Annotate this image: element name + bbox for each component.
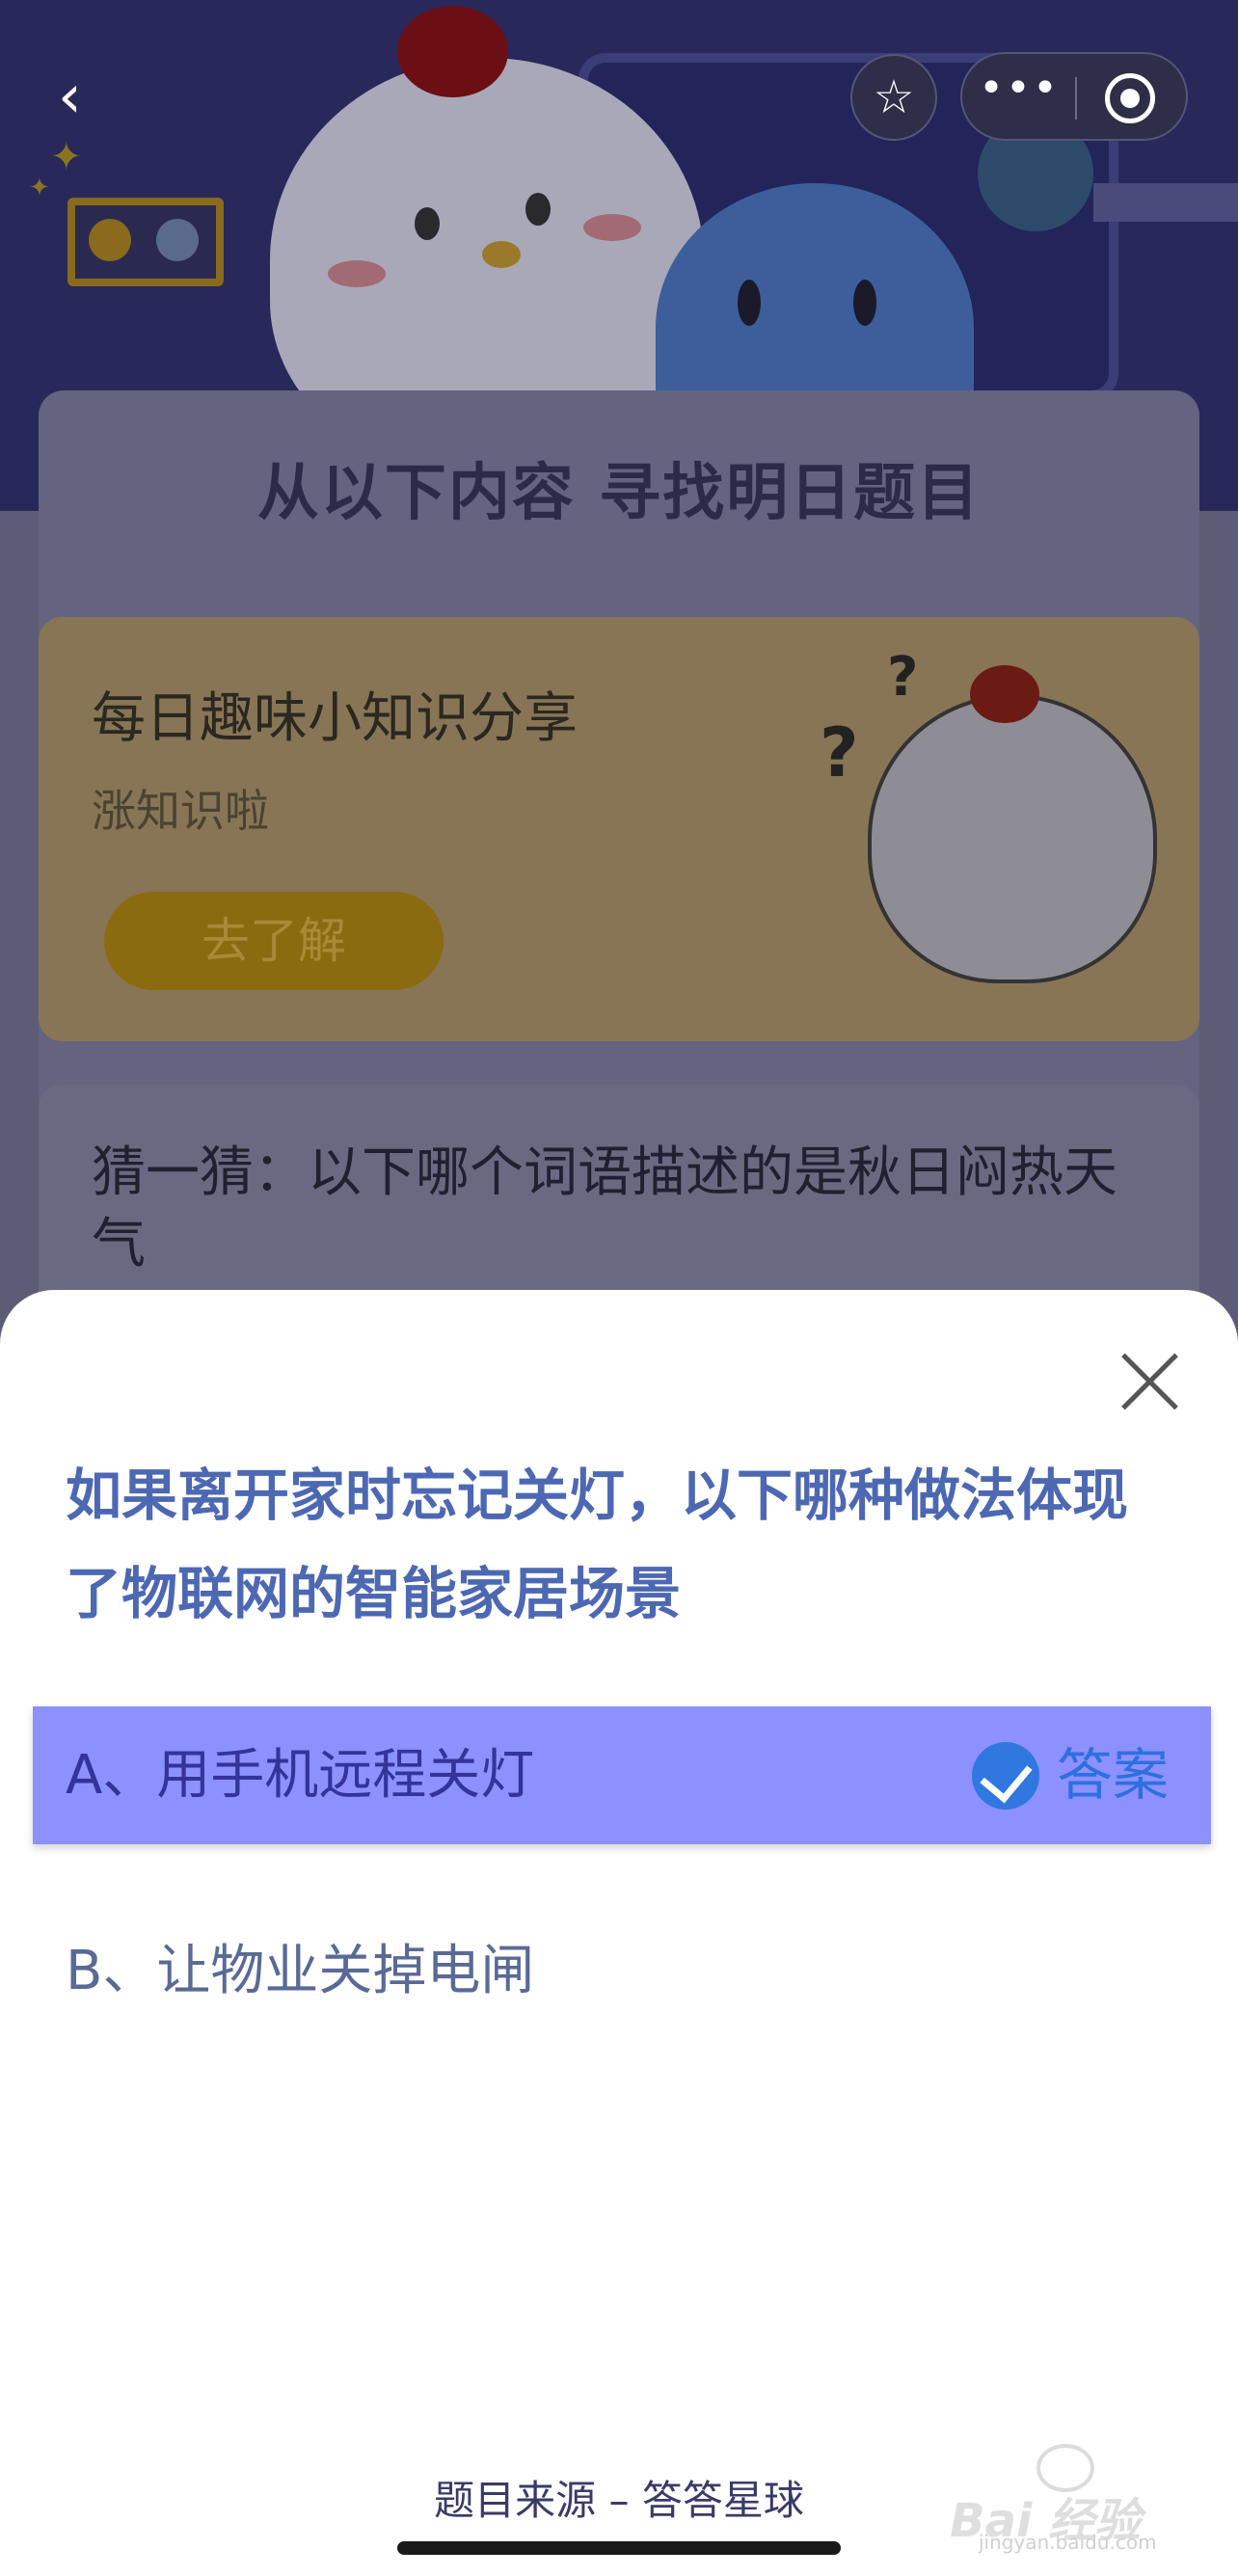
illustration-stripe bbox=[1093, 183, 1238, 222]
check-circle-icon bbox=[972, 1742, 1039, 1810]
more-button[interactable]: ••• bbox=[962, 54, 1076, 139]
miniapp-capsule: ••• bbox=[960, 52, 1188, 141]
alien-eye bbox=[853, 280, 876, 326]
alien-eye bbox=[738, 280, 761, 326]
baidu-watermark: Bai 经验 jingyan.baidu.com bbox=[950, 2444, 1200, 2554]
thinking-chick-comb bbox=[970, 665, 1039, 723]
question-mark-icon: ? bbox=[820, 713, 859, 792]
quiz-question: 如果离开家时忘记关灯，以下哪种做法体现了物联网的智能家居场景 bbox=[66, 1462, 1129, 1626]
chick-eye bbox=[415, 207, 440, 240]
question-mark-icon: ? bbox=[887, 646, 919, 709]
sparkle-icon: ✦ bbox=[29, 174, 50, 202]
answer-tag: 答案 bbox=[1057, 1742, 1170, 1808]
chick-cheek bbox=[583, 214, 641, 241]
option-a-label: A、用手机远程关灯 bbox=[66, 1744, 535, 1807]
knowledge-card-title: 每日趣味小知识分享 bbox=[92, 687, 578, 750]
favorite-button[interactable]: ☆ bbox=[850, 54, 937, 141]
knowledge-card-subtitle: 涨知识啦 bbox=[92, 785, 269, 837]
sparkle-icon: ✦ bbox=[50, 135, 83, 179]
capsule-divider bbox=[1075, 77, 1077, 120]
chick-cheek bbox=[328, 260, 386, 287]
home-indicator[interactable] bbox=[397, 2541, 841, 2555]
close-icon[interactable] bbox=[1118, 1350, 1182, 1413]
chick-comb bbox=[397, 6, 508, 97]
learn-more-button[interactable]: 去了解 bbox=[104, 892, 444, 990]
option-b[interactable]: B、让物业关掉电闸 bbox=[66, 1919, 1174, 2025]
medal-frame-icon bbox=[67, 198, 224, 286]
star-icon: ☆ bbox=[873, 70, 915, 124]
option-a[interactable]: A、用手机远程关灯 答案 bbox=[33, 1706, 1211, 1844]
thinking-chick-illustration bbox=[868, 694, 1157, 983]
chevron-left-icon: ‹ bbox=[58, 61, 82, 131]
target-icon[interactable] bbox=[1105, 73, 1155, 123]
chick-eye bbox=[525, 193, 551, 226]
more-dots-icon: ••• bbox=[979, 64, 1060, 113]
section-title: 从以下内容 寻找明日题目 bbox=[256, 458, 982, 529]
chick-beak bbox=[482, 241, 521, 268]
guess-question: 猜一猜：以下哪个词语描述的是秋日闷热天气 bbox=[92, 1141, 1117, 1275]
back-button[interactable]: ‹ bbox=[58, 67, 96, 126]
